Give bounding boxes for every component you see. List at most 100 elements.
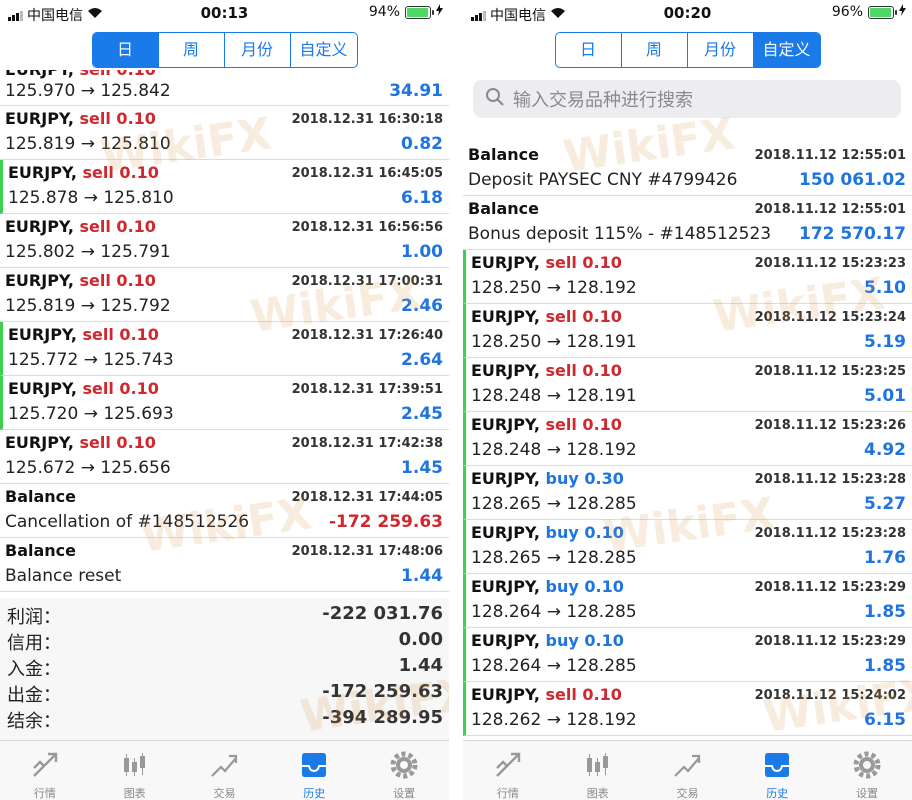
symbol-name: Balance <box>468 145 539 164</box>
segment-3[interactable]: 自定义 <box>753 33 820 67</box>
trade-side: buy 0.10 <box>545 523 624 542</box>
row-datetime: 2018.11.12 12:55:01 <box>754 148 906 163</box>
row-datetime: 2018.12.31 17:44:05 <box>291 490 443 505</box>
row-detail: 128.265 → 128.285 5.27 <box>471 494 906 518</box>
history-row[interactable]: EURJPY, sell 0.10 2018.12.31 16:30:18 125.… <box>0 106 449 160</box>
tab-label: 设置 <box>393 787 416 800</box>
history-row[interactable]: Balance 2018.11.12 12:55:01 Deposit PAYSEC… <box>463 142 912 196</box>
trade-side: buy 0.10 <box>545 631 624 650</box>
right-phone-screen: 中国电信 00:20 96% 日周月份 自定义 输入交易品种进行搜索 Balance 2018… <box>463 0 912 800</box>
history-row[interactable]: EURJPY, sell 0.10 2018.11.12 15:23:23 128.… <box>463 250 912 304</box>
history-row[interactable]: Balance 2018.12.31 17:44:05 Cancellation o… <box>0 484 449 538</box>
row-profit: 1.85 <box>864 602 906 622</box>
row-datetime: 2018.11.12 15:23:29 <box>754 580 906 595</box>
row-header: EURJPY, sell 0.10 2018.12.31 16:56:56 <box>5 217 443 241</box>
battery-group: 96% <box>832 4 906 20</box>
symbol-name: EURJPY, <box>8 163 77 182</box>
row-prices: 128.262 → 128.192 <box>471 710 637 730</box>
search-icon <box>485 87 505 112</box>
row-detail: 128.264 → 128.285 1.85 <box>471 656 906 680</box>
row-header: Balance 2018.11.12 12:55:01 <box>468 199 906 223</box>
history-row[interactable]: EURJPY, buy 0.10 2018.11.12 15:23:29 128.2… <box>463 574 912 628</box>
history-row[interactable]: EURJPY, buy 0.30 2018.11.12 15:23:28 128.2… <box>463 466 912 520</box>
tab-2[interactable]: 交易 <box>180 741 270 800</box>
history-list: Balance 2018.11.12 12:55:01 Deposit PAYSEC… <box>463 142 912 740</box>
settings-icon <box>359 748 449 782</box>
row-profit: 172 570.17 <box>798 224 906 244</box>
tab-4[interactable]: 设置 <box>359 741 449 800</box>
history-row[interactable]: EURJPY, sell 0.10 2018.11.12 15:23:25 128.… <box>463 358 912 412</box>
history-row[interactable]: EURJPY, buy 0.10 2018.11.12 15:23:29 128.2… <box>463 628 912 682</box>
symbol-name: Balance <box>468 199 539 218</box>
tab-1[interactable]: 图表 <box>553 741 643 800</box>
tab-label: 行情 <box>33 787 56 800</box>
segment-0[interactable]: 日 <box>556 33 622 67</box>
row-detail: Balance reset 1.44 <box>5 566 443 590</box>
row-prices: 128.250 → 128.192 <box>471 278 637 298</box>
symbol-name: EURJPY, <box>471 631 540 650</box>
row-header: Balance 2018.12.31 17:48:06 <box>5 541 443 565</box>
tab-2[interactable]: 交易 <box>643 741 733 800</box>
history-row[interactable]: EURJPY, sell 0.10 2018.12.31 16:45:05 125.… <box>0 160 449 214</box>
history-row[interactable]: EURJPY, sell 0.10 2018.12.31 17:39:51 125.… <box>0 376 449 430</box>
symbol-label: EURJPY, sell 0.10 <box>5 217 156 236</box>
symbol-label: EURJPY, buy 0.10 <box>471 523 624 542</box>
history-row[interactable]: EURJPY, sell 0.10 2018.12.31 17:42:38 125.… <box>0 430 449 484</box>
left-phone-screen: 中国电信00:1394% 日周月份自定义 EURJPY, sell 0.10 125.… <box>0 0 449 800</box>
history-row[interactable]: EURJPY, sell 0.10 2018.11.12 15:23:24 128.… <box>463 304 912 358</box>
tab-0[interactable]: 行情 <box>0 741 90 800</box>
segment-2[interactable]: 月份 <box>225 33 291 67</box>
chart-icon <box>90 748 180 782</box>
summary-value: 1.44 <box>398 655 443 676</box>
row-detail: 125.802 → 125.791 1.00 <box>5 242 443 266</box>
row-detail: 128.250 → 128.192 5.10 <box>471 278 906 302</box>
trade-side: sell 0.10 <box>82 379 159 398</box>
summary-value: -172 259.63 <box>322 681 443 702</box>
history-row[interactable]: EURJPY, sell 0.10 2018.12.31 17:00:31 125.… <box>0 268 449 322</box>
segment-2[interactable]: 月份 <box>688 33 754 67</box>
trade-side: sell 0.10 <box>545 253 622 272</box>
tab-0[interactable]: 行情 <box>463 741 553 800</box>
tab-label: 历史 <box>766 787 789 800</box>
trade-side: sell 0.10 <box>545 361 622 380</box>
history-row[interactable]: EURJPY, sell 0.10 125.970 → 125.842 34.91 <box>0 70 449 106</box>
segment-1[interactable]: 周 <box>159 33 225 67</box>
segment-0[interactable]: 日 <box>92 33 159 67</box>
row-header: EURJPY, sell 0.10 2018.11.12 15:23:26 <box>471 415 906 439</box>
history-row[interactable]: EURJPY, sell 0.10 2018.11.12 15:24:02 128.… <box>463 682 912 736</box>
history-row[interactable]: Balance 2018.12.31 17:48:06 Balance reset 1… <box>0 538 449 592</box>
tab-3[interactable]: 历史 <box>732 741 822 800</box>
tab-4[interactable]: 设置 <box>822 741 912 800</box>
row-prices: 125.802 → 125.791 <box>5 242 171 262</box>
trade-side: sell 0.10 <box>79 271 156 290</box>
row-prices: 125.819 → 125.810 <box>5 134 171 154</box>
search-input[interactable]: 输入交易品种进行搜索 <box>473 80 901 118</box>
tab-1[interactable]: 图表 <box>90 741 180 800</box>
row-profit: -172 259.63 <box>328 512 443 532</box>
row-datetime: 2018.12.31 17:00:31 <box>291 274 443 289</box>
symbol-name: EURJPY, <box>471 469 540 488</box>
row-header: EURJPY, sell 0.10 2018.12.31 16:45:05 <box>8 163 443 187</box>
tab-label: 历史 <box>303 787 326 800</box>
row-prices: 128.264 → 128.285 <box>471 656 637 676</box>
row-detail: 128.265 → 128.285 1.76 <box>471 548 906 572</box>
segment-1[interactable]: 周 <box>622 33 688 67</box>
symbol-name: EURJPY, <box>471 685 540 704</box>
history-row[interactable]: EURJPY, sell 0.10 2018.11.12 15:23:26 128.… <box>463 412 912 466</box>
row-profit: 4.92 <box>864 440 906 460</box>
tab-3[interactable]: 历史 <box>269 741 359 800</box>
history-row[interactable]: EURJPY, sell 0.10 2018.12.31 16:56:56 125.… <box>0 214 449 268</box>
history-row[interactable]: EURJPY, buy 0.10 2018.11.12 15:23:28 128.2… <box>463 520 912 574</box>
trade-side: sell 0.10 <box>82 325 159 344</box>
trade-side: sell 0.10 <box>82 163 159 182</box>
row-profit: 1.85 <box>864 656 906 676</box>
history-row[interactable]: EURJPY, sell 0.10 2018.12.31 17:26:40 125.… <box>0 322 449 376</box>
history-row[interactable]: Balance 2018.11.12 12:55:01 Bonus deposit … <box>463 196 912 250</box>
row-prices: 128.265 → 128.285 <box>471 548 637 568</box>
row-profit: 6.18 <box>401 188 443 208</box>
symbol-name: EURJPY, <box>471 361 540 380</box>
segment-3[interactable]: 自定义 <box>291 33 357 67</box>
row-datetime: 2018.11.12 15:23:24 <box>754 310 906 325</box>
row-profit: 1.00 <box>401 242 443 262</box>
divider <box>449 0 463 800</box>
